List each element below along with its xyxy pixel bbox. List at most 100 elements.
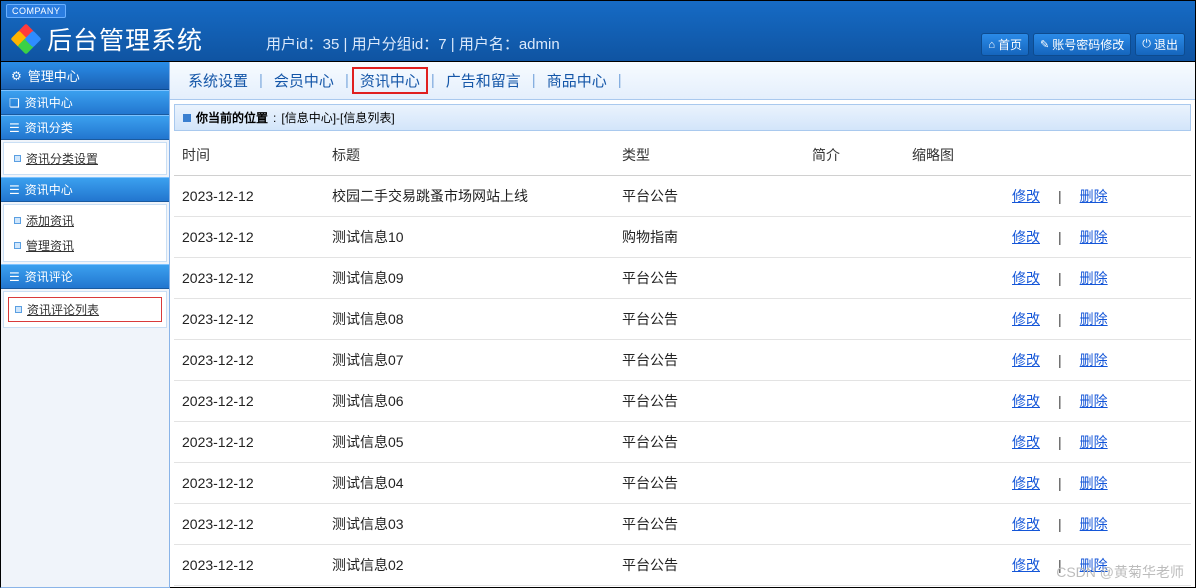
col-thumb: 缩略图 (904, 135, 1004, 176)
cell-time: 2023-12-12 (174, 381, 324, 422)
nav-ad[interactable]: 广告和留言 (438, 68, 529, 93)
delete-link[interactable]: 删除 (1080, 270, 1108, 286)
edit-link[interactable]: 修改 (1012, 557, 1040, 573)
nav-member[interactable]: 会员中心 (266, 68, 342, 93)
sidebar-group-comment-label: 资讯评论 (25, 268, 73, 285)
delete-link[interactable]: 删除 (1080, 229, 1108, 245)
cell-thumb (904, 545, 1004, 586)
delete-link[interactable]: 删除 (1080, 475, 1108, 491)
col-time: 时间 (174, 135, 324, 176)
logout-button[interactable]: ⏻退出 (1135, 33, 1185, 56)
sidebar-link-manage[interactable]: 管理资讯 (4, 233, 166, 258)
nav-goods[interactable]: 商品中心 (539, 68, 615, 93)
cell-title: 测试信息06 (324, 381, 614, 422)
cell-time: 2023-12-12 (174, 504, 324, 545)
cell-ops: 修改|删除 (1004, 504, 1191, 545)
top-nav: 系统设置| 会员中心| 资讯中心| 广告和留言| 商品中心| (170, 62, 1195, 100)
cell-thumb (904, 340, 1004, 381)
link-label: 资讯分类设置 (26, 150, 98, 167)
cell-time: 2023-12-12 (174, 299, 324, 340)
edit-link[interactable]: 修改 (1012, 393, 1040, 409)
delete-link[interactable]: 删除 (1080, 434, 1108, 450)
system-title: 后台管理系统 (47, 21, 203, 57)
edit-link[interactable]: 修改 (1012, 311, 1040, 327)
edit-link[interactable]: 修改 (1012, 352, 1040, 368)
cell-intro (804, 422, 904, 463)
edit-link[interactable]: 修改 (1012, 475, 1040, 491)
edit-link[interactable]: 修改 (1012, 270, 1040, 286)
logout-label: 退出 (1154, 36, 1178, 53)
cell-thumb (904, 422, 1004, 463)
home-button[interactable]: ⌂首页 (981, 33, 1029, 56)
top-header: COMPANY 后台管理系统 用户id：35 | 用户分组id：7 | 用户名：… (0, 0, 1196, 62)
edit-link[interactable]: 修改 (1012, 188, 1040, 204)
cell-intro (804, 545, 904, 586)
cell-thumb (904, 504, 1004, 545)
link-label: 资讯评论列表 (27, 301, 99, 318)
pencil-icon: ✎ (1040, 38, 1049, 51)
home-label: 首页 (998, 36, 1022, 53)
sidebar-section-info-center[interactable]: ❏ 资讯中心 (1, 90, 169, 115)
table-row: 2023-12-12测试信息09平台公告修改|删除 (174, 258, 1191, 299)
sidebar-link-category-set[interactable]: 资讯分类设置 (4, 146, 166, 171)
logo-icon (13, 26, 39, 52)
breadcrumb: 你当前的位置 : [信息中心]-[信息列表] (174, 104, 1191, 131)
sidebar: ⚙ 管理中心 ❏ 资讯中心 ☰ 资讯分类 资讯分类设置 ☰ 资讯中心 添加资讯 … (0, 62, 170, 588)
sidebar-group-category[interactable]: ☰ 资讯分类 (1, 115, 169, 140)
edit-link[interactable]: 修改 (1012, 516, 1040, 532)
delete-link[interactable]: 删除 (1080, 393, 1108, 409)
table-row: 2023-12-12测试信息04平台公告修改|删除 (174, 463, 1191, 504)
cell-thumb (904, 217, 1004, 258)
cell-title: 测试信息07 (324, 340, 614, 381)
edit-link[interactable]: 修改 (1012, 434, 1040, 450)
cell-type: 平台公告 (614, 299, 804, 340)
table-row: 2023-12-12校园二手交易跳蚤市场网站上线平台公告修改|删除 (174, 176, 1191, 217)
sidebar-link-add[interactable]: 添加资讯 (4, 208, 166, 233)
cell-thumb (904, 299, 1004, 340)
password-label: 账号密码修改 (1052, 36, 1124, 53)
delete-link[interactable]: 删除 (1080, 311, 1108, 327)
delete-link[interactable]: 删除 (1080, 352, 1108, 368)
cell-time: 2023-12-12 (174, 422, 324, 463)
nav-info[interactable]: 资讯中心 (352, 67, 428, 94)
bullet-icon (14, 242, 21, 249)
table-row: 2023-12-12测试信息10购物指南修改|删除 (174, 217, 1191, 258)
user-meta: 用户id：35 | 用户分组id：7 | 用户名：admin (266, 33, 560, 54)
power-icon: ⏻ (1142, 38, 1151, 51)
home-icon: ⌂ (988, 39, 995, 51)
delete-link[interactable]: 删除 (1080, 516, 1108, 532)
edit-link[interactable]: 修改 (1012, 229, 1040, 245)
cell-type: 平台公告 (614, 258, 804, 299)
cell-title: 测试信息10 (324, 217, 614, 258)
cell-type: 购物指南 (614, 217, 804, 258)
bullet-icon (14, 155, 21, 162)
cell-title: 测试信息04 (324, 463, 614, 504)
table-row: 2023-12-12测试信息08平台公告修改|删除 (174, 299, 1191, 340)
table-row: 2023-12-12测试信息02平台公告修改|删除 (174, 545, 1191, 586)
cell-ops: 修改|删除 (1004, 217, 1191, 258)
delete-link[interactable]: 删除 (1080, 188, 1108, 204)
table-row: 2023-12-12测试信息06平台公告修改|删除 (174, 381, 1191, 422)
cell-ops: 修改|删除 (1004, 258, 1191, 299)
sidebar-group-center-label: 资讯中心 (25, 181, 73, 198)
col-intro: 简介 (804, 135, 904, 176)
sidebar-link-comment-list[interactable]: 资讯评论列表 (8, 297, 162, 322)
delete-link[interactable]: 删除 (1080, 557, 1108, 573)
table-header-row: 时间 标题 类型 简介 缩略图 (174, 135, 1191, 176)
cell-intro (804, 504, 904, 545)
nav-sys[interactable]: 系统设置 (180, 68, 256, 93)
password-button[interactable]: ✎账号密码修改 (1033, 33, 1131, 56)
sidebar-group-center[interactable]: ☰ 资讯中心 (1, 177, 169, 202)
cell-title: 测试信息08 (324, 299, 614, 340)
cell-time: 2023-12-12 (174, 340, 324, 381)
sidebar-group-category-label: 资讯分类 (25, 119, 73, 136)
cell-title: 测试信息03 (324, 504, 614, 545)
table-row: 2023-12-12测试信息05平台公告修改|删除 (174, 422, 1191, 463)
pager: 首页 上页 下页 尾页 11 条数据 | 总 2 页 | 当前 1 页 (174, 586, 1191, 587)
col-ops (1004, 135, 1191, 176)
link-label: 添加资讯 (26, 212, 74, 229)
sidebar-group-comment[interactable]: ☰ 资讯评论 (1, 264, 169, 289)
cube-icon (183, 114, 191, 122)
breadcrumb-label: 你当前的位置 (196, 109, 268, 126)
cell-type: 平台公告 (614, 463, 804, 504)
